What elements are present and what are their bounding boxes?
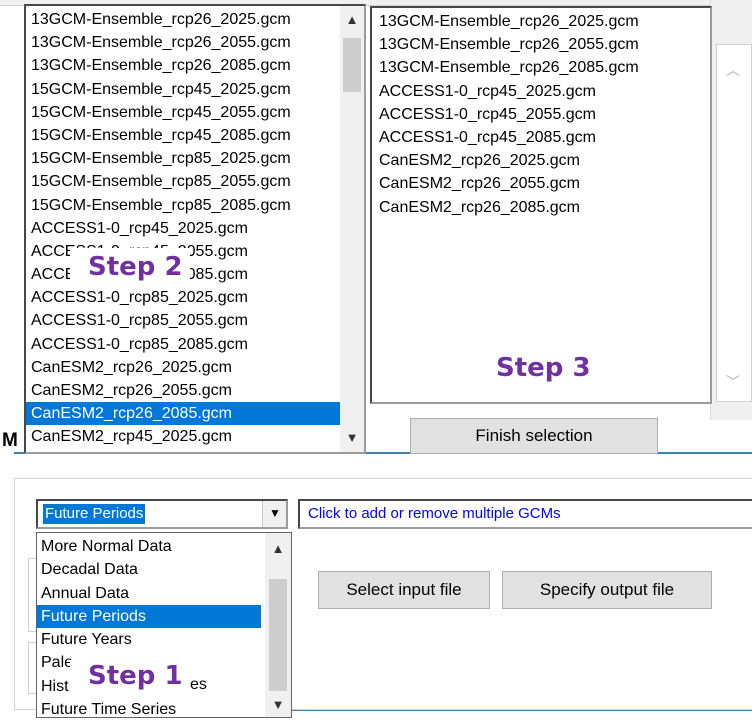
gcm-hint-field[interactable]: Click to add or remove multiple GCMs — [298, 499, 752, 529]
list-item[interactable]: ACCESS1-0_rcp45_2025.gcm — [26, 217, 340, 240]
period-combo[interactable]: Future Periods ▼ — [36, 499, 288, 529]
dropdown-scrollbar-thumb[interactable] — [269, 579, 287, 691]
dropdown-scroll-up-icon[interactable]: ▲ — [265, 539, 291, 559]
available-gcm-list[interactable]: 13GCM-Ensemble_rcp26_2025.gcm 13GCM-Ensem… — [24, 4, 366, 454]
list-item[interactable]: ACCESS1-0_rcp45_2025.gcm — [372, 80, 710, 103]
list-item[interactable]: ACCESS1-0_rcp85_2055.gcm — [26, 309, 340, 332]
list-item[interactable]: ACCESS1-0_rcp85_2085.gcm — [26, 333, 340, 356]
scrollbar-thumb[interactable] — [343, 38, 361, 92]
select-input-file-button[interactable]: Select input file — [318, 571, 490, 609]
section-header-letter: M — [2, 430, 18, 451]
list-item[interactable]: 13GCM-Ensemble_rcp26_2025.gcm — [372, 10, 710, 33]
step1-label: Step 1 — [88, 661, 183, 691]
left-list-scrollbar[interactable]: ▲ ▼ — [340, 6, 364, 452]
dropdown-option[interactable]: Future Periods — [37, 604, 261, 629]
list-item[interactable]: 13GCM-Ensemble_rcp26_2085.gcm — [26, 54, 340, 77]
list-item[interactable]: 13GCM-Ensemble_rcp26_2085.gcm — [372, 56, 710, 79]
dropdown-option[interactable]: Future Time Series — [37, 698, 261, 721]
list-item[interactable]: CanESM2_rcp26_2085.gcm — [26, 402, 340, 426]
gcm-hint-text: Click to add or remove multiple GCMs — [308, 505, 561, 522]
list-item[interactable]: 15GCM-Ensemble_rcp45_2085.gcm — [26, 124, 340, 147]
combo-arrow-button[interactable]: ▼ — [262, 501, 286, 527]
list-item[interactable]: CanESM2_rcp26_2025.gcm — [26, 356, 340, 379]
list-item[interactable]: CanESM2_rcp26_2025.gcm — [372, 149, 710, 172]
combo-chevron-down-icon: ▼ — [269, 506, 281, 520]
right-scroll-down-icon[interactable]: ﹀ — [726, 372, 746, 392]
list-item[interactable]: ACCESS1-0_rcp45_2085.gcm — [372, 126, 710, 149]
list-item[interactable]: CanESM2_rcp26_2085.gcm — [372, 196, 710, 219]
specify-output-file-button[interactable]: Specify output file — [502, 571, 712, 609]
list-item[interactable]: ACCESS1-0_rcp45_2055.gcm — [372, 103, 710, 126]
dropdown-option[interactable]: Decadal Data — [37, 558, 261, 581]
scroll-down-icon[interactable]: ▼ — [340, 428, 364, 448]
dropdown-scrollbar[interactable]: ▲ ▼ — [265, 533, 291, 717]
dropdown-option[interactable]: More Normal Data — [37, 535, 261, 558]
list-item[interactable]: 15GCM-Ensemble_rcp85_2025.gcm — [26, 147, 340, 170]
period-combo-value: Future Periods — [43, 504, 146, 524]
list-item[interactable]: CanESM2_rcp45_2025.gcm — [26, 425, 340, 448]
step3-label: Step 3 — [496, 353, 591, 383]
list-item[interactable]: 13GCM-Ensemble_rcp26_2025.gcm — [26, 8, 340, 31]
right-scroll-up-icon[interactable]: ︿ — [726, 60, 746, 80]
dropdown-option[interactable]: Future Years — [37, 628, 261, 651]
list-item[interactable]: 13GCM-Ensemble_rcp26_2055.gcm — [26, 31, 340, 54]
list-item[interactable]: 13GCM-Ensemble_rcp26_2055.gcm — [372, 33, 710, 56]
selected-gcm-list[interactable]: 13GCM-Ensemble_rcp26_2025.gcm 13GCM-Ensem… — [370, 6, 712, 404]
step2-label: Step 2 — [88, 252, 183, 282]
dropdown-partial-suffix: es — [190, 676, 207, 693]
list-item[interactable]: 15GCM-Ensemble_rcp85_2085.gcm — [26, 194, 340, 217]
list-item[interactable]: CanESM2_rcp26_2055.gcm — [26, 379, 340, 402]
list-item[interactable]: CanESM2_rcp26_2055.gcm — [372, 172, 710, 195]
list-item[interactable]: 15GCM-Ensemble_rcp85_2055.gcm — [26, 170, 340, 193]
right-panel-white — [716, 44, 752, 402]
list-item[interactable]: 15GCM-Ensemble_rcp45_2055.gcm — [26, 101, 340, 124]
list-item[interactable]: 15GCM-Ensemble_rcp45_2025.gcm — [26, 78, 340, 101]
list-item[interactable]: ACCESS1-0_rcp85_2025.gcm — [26, 286, 340, 309]
dropdown-option[interactable]: Annual Data — [37, 582, 261, 605]
dropdown-scroll-down-icon[interactable]: ▼ — [265, 695, 291, 715]
finish-selection-button[interactable]: Finish selection — [410, 418, 658, 454]
scroll-up-icon[interactable]: ▲ — [340, 10, 364, 30]
